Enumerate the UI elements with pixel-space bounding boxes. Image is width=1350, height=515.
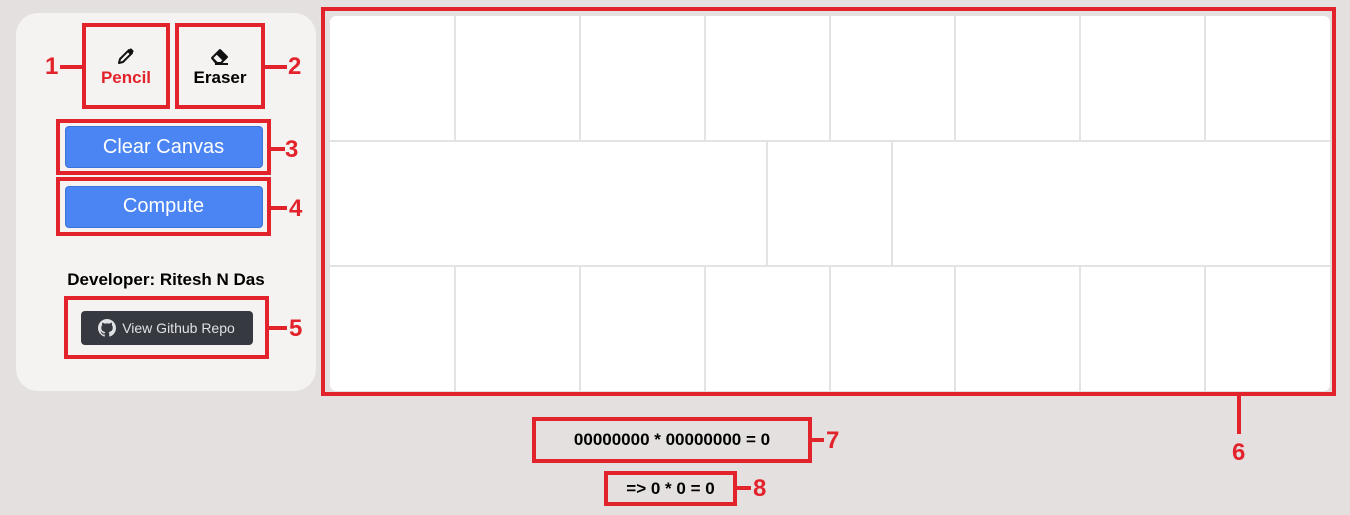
canvas-highlight [321,7,1336,396]
callout-line-4 [271,206,287,210]
callout-number-5: 5 [289,315,303,342]
callout-number-2: 2 [288,53,302,80]
callout-line-8 [737,486,751,490]
canvas-cell-grid [330,16,1330,391]
expression-result: 00000000 * 00000000 = 0 [532,417,812,463]
github-highlight: View Github Repo [64,296,269,359]
callout-number-6: 6 [1232,439,1246,466]
compute-button[interactable]: Compute [64,185,263,228]
developer-credit: Developer: Ritesh N Das [67,270,265,289]
callout-number-1: 1 [45,53,59,80]
callout-line-7 [812,438,824,442]
callout-line-3 [271,147,285,151]
pencil-tool-button[interactable]: Pencil [82,23,170,109]
callout-number-8: 8 [753,475,767,502]
github-repo-button[interactable]: View Github Repo [80,310,253,345]
callout-number-3: 3 [285,136,299,163]
eraser-icon [209,44,231,68]
callout-number-7: 7 [826,427,840,454]
pencil-icon [116,44,136,68]
github-icon [98,318,117,337]
callout-line-5 [269,326,287,330]
github-label: View Github Repo [122,319,235,336]
callout-line-6 [1237,396,1241,434]
callout-line-2 [265,65,287,69]
evaluated-result: => 0 * 0 = 0 [604,471,737,506]
clear-canvas-highlight: Clear Canvas [56,119,271,175]
app-root: Pencil Eraser Clear Canvas Compute Devel… [0,0,1350,515]
sidebar: Pencil Eraser Clear Canvas Compute Devel… [16,13,316,391]
pencil-label: Pencil [100,68,152,87]
clear-canvas-button[interactable]: Clear Canvas [64,126,263,168]
eraser-label: Eraser [193,68,247,87]
callout-number-4: 4 [289,195,303,222]
eraser-tool-button[interactable]: Eraser [175,23,265,109]
drawing-canvas[interactable] [330,16,1330,391]
compute-highlight: Compute [56,177,271,236]
callout-line-1 [60,65,82,69]
